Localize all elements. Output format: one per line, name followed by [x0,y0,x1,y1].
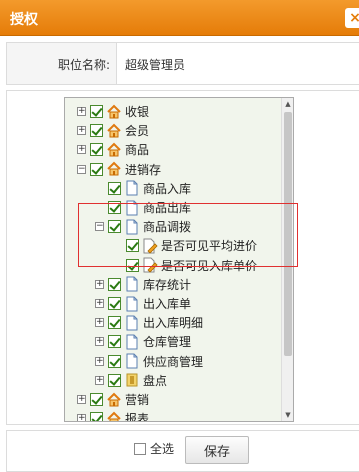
tree-node-label: 报表 [125,412,150,422]
node-checkbox[interactable] [90,124,103,138]
node-checkbox[interactable] [108,181,121,195]
tree-node-label: 收银 [125,105,150,119]
expand-icon[interactable]: + [95,299,104,308]
node-checkbox[interactable] [90,412,103,421]
title-bar: 授权 × [0,0,359,36]
tree-node[interactable]: + 出入库单 [95,294,191,313]
position-label-cell: 职位名称: [7,43,117,84]
scroll-down-icon[interactable]: ▼ [282,409,293,421]
home-icon [106,411,122,421]
page-icon [124,315,140,331]
tree-node-label: 库存统计 [143,277,192,292]
select-all-checkbox[interactable]: 全选 [134,440,174,457]
home-icon [106,142,122,158]
home-icon [106,392,122,408]
dialog-title: 授权 [10,12,38,28]
tree-node[interactable]: + 仓库管理 [95,332,191,351]
position-row: 职位名称: 超级管理员 [6,42,359,85]
tree-node[interactable]: + 库存统计 [95,275,191,294]
tree-node-label: 仓库管理 [143,335,192,350]
tree-node[interactable]: 商品入库 [95,179,191,198]
node-checkbox[interactable] [108,297,121,310]
scroll-up-icon[interactable]: ▲ [282,98,293,110]
expand-icon[interactable]: + [77,107,86,116]
tree-node[interactable]: + 供应商管理 [95,352,203,371]
expand-icon[interactable]: + [77,395,86,404]
home-icon [106,161,122,177]
expand-icon[interactable]: + [77,414,86,421]
node-checkbox[interactable] [90,162,103,176]
position-value: 超级管理员 [125,58,186,72]
node-checkbox[interactable] [90,143,103,157]
tree-node[interactable]: + 出入库明细 [95,313,203,332]
tree-node[interactable]: + 商品 [77,140,149,159]
select-all-box[interactable] [134,442,146,455]
expand-icon[interactable]: + [95,356,104,366]
node-checkbox[interactable] [90,393,103,406]
tree-node[interactable]: − 进销存 [77,160,161,179]
tree-node[interactable]: + 盘点 [95,371,167,390]
node-checkbox[interactable] [108,316,121,330]
tree-node-label: 营销 [125,393,150,407]
page-icon [124,296,140,312]
page-icon [124,180,140,196]
tree-node-label: 商品入库 [143,181,192,196]
select-all-label: 全选 [150,442,175,456]
expand-icon[interactable]: + [95,318,104,328]
tree-node[interactable]: + 收银 [77,102,149,121]
tree-node-label: 出入库单 [143,297,192,311]
expand-icon[interactable]: + [95,279,104,289]
page-icon [124,353,140,369]
node-checkbox[interactable] [108,373,121,387]
tree-node-label: 会员 [125,124,150,139]
tree-node-label: 供应商管理 [143,354,204,369]
home-icon [106,104,122,120]
expand-icon[interactable]: + [95,375,104,385]
authorization-dialog: 授权 × 职位名称: 超级管理员 + 收银 + 会员 + 商品 − 进销存 商品入库 商品出库 − 商… [0,0,359,472]
tree-node[interactable]: + 营销 [77,390,149,409]
tree-node-label: 商品 [125,143,150,158]
page-icon [124,276,140,292]
tree-node[interactable]: + 会员 [77,121,149,140]
node-checkbox[interactable] [108,354,121,368]
tree-node-label: 盘点 [143,373,168,388]
page-icon [124,334,140,350]
node-checkbox[interactable] [108,335,121,349]
position-label: 职位名称: [57,58,110,72]
tree-node[interactable]: + 报表 [77,409,150,422]
tree-node-label: 进销存 [125,162,162,177]
expand-icon[interactable]: + [77,126,86,136]
footer-bar [6,430,359,472]
highlight-box [78,203,298,267]
node-checkbox[interactable] [108,277,121,291]
save-button[interactable]: 保存 [185,436,249,464]
home-icon [106,123,122,139]
collapse-icon[interactable]: − [77,164,86,174]
tree-node-label: 出入库明细 [143,316,204,331]
expand-icon[interactable]: + [95,337,104,347]
node-checkbox[interactable] [90,105,103,118]
expand-icon[interactable]: + [77,145,86,155]
folder-icon [124,372,140,388]
close-icon[interactable]: × [345,8,359,28]
